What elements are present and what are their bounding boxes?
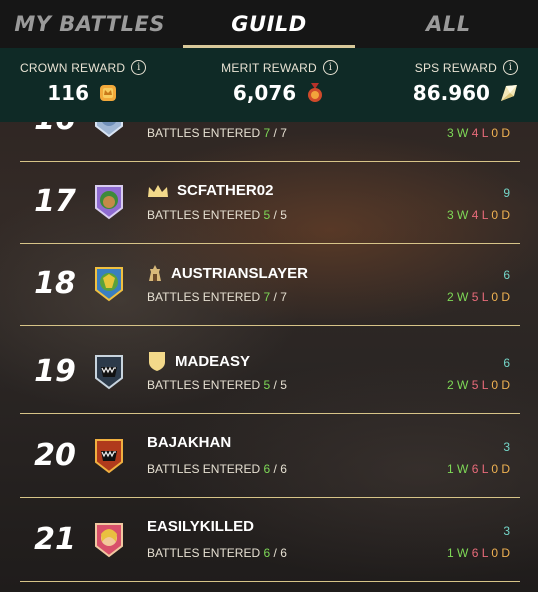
battles-entered: BATTLES ENTERED 7 / 7 <box>147 126 287 140</box>
sps-reward: SPS REWARD i 86.960 <box>413 48 520 122</box>
avatar <box>95 267 123 302</box>
player-name[interactable]: AUSTRIANSLAYER <box>147 264 308 282</box>
avatar <box>95 185 123 220</box>
player-name[interactable]: SCFATHER02 <box>147 182 273 199</box>
avatar <box>95 355 123 390</box>
avatar <box>95 122 123 138</box>
score-value: 6 <box>503 356 510 370</box>
rank-number: 21 <box>34 522 76 557</box>
rank-number: 19 <box>34 354 76 389</box>
battles-entered: BATTLES ENTERED 6 / 6 <box>147 546 287 560</box>
win-loss-draw: 1 W 6 L 0 D <box>447 462 510 476</box>
player-name[interactable]: BAJAKHAN <box>147 434 231 451</box>
merit-reward-value: 6,076 <box>232 81 297 105</box>
sps-crystal-icon <box>500 85 517 101</box>
list-item[interactable]: 21 EASILYKILLED BATTLES ENTERED 6 / 6 3 … <box>20 498 520 582</box>
win-loss-draw: 2 W 5 L 0 D <box>447 290 510 304</box>
avatar <box>95 439 123 474</box>
win-loss-draw: 2 W 5 L 0 D <box>447 378 510 392</box>
tower-icon <box>149 265 161 281</box>
player-name[interactable]: MADEASY <box>147 350 250 372</box>
list-item[interactable]: 16 BATTLES ENTERED 7 / 7 3 W 4 L 0 D <box>20 122 520 162</box>
score-value: 3 <box>503 440 510 454</box>
rank-number: 20 <box>34 438 76 473</box>
win-loss-draw: 1 W 6 L 0 D <box>447 546 510 560</box>
score-value: 6 <box>503 268 510 282</box>
avatar <box>95 523 123 558</box>
tab-my-battles[interactable]: MY BATTLES <box>0 0 179 48</box>
merit-medal-icon <box>308 83 323 102</box>
info-icon[interactable]: i <box>322 60 338 75</box>
shield-icon <box>149 352 165 371</box>
player-name[interactable]: EASILYKILLED <box>147 518 254 535</box>
list-item[interactable]: 17 SCFATHER02 BATTLES ENTERED 5 / 5 9 3 … <box>20 162 520 244</box>
tab-all[interactable]: ALL <box>359 0 538 48</box>
battles-entered: BATTLES ENTERED 5 / 5 <box>147 208 287 222</box>
list-item[interactable]: 18 AUSTRIANSLAYER BATTLES ENTERED 7 / 7 … <box>20 244 520 326</box>
battles-entered: BATTLES ENTERED 5 / 5 <box>147 378 287 392</box>
crown-icon <box>148 184 168 197</box>
list-item[interactable]: 19 MADEASY BATTLES ENTERED 5 / 5 6 2 W 5… <box>20 326 520 414</box>
merit-reward: MERIT REWARD i 6,076 <box>221 48 338 122</box>
battles-entered: BATTLES ENTERED 6 / 6 <box>147 462 287 476</box>
battle-tabs: MY BATTLES GUILD ALL <box>0 0 538 48</box>
info-icon[interactable]: i <box>131 60 147 75</box>
rank-number: 16 <box>20 122 90 137</box>
sps-reward-value: 86.960 <box>412 81 490 105</box>
score-value: 9 <box>503 186 510 200</box>
crown-token-icon <box>100 85 117 101</box>
win-loss-draw: 3 W 4 L 0 D <box>447 126 510 140</box>
guild-battle-list: 16 BATTLES ENTERED 7 / 7 3 W 4 L 0 D 17 … <box>20 122 520 592</box>
rank-number: 17 <box>34 184 76 219</box>
score-value: 3 <box>503 524 510 538</box>
battles-entered: BATTLES ENTERED 7 / 7 <box>147 290 287 304</box>
crown-reward: CROWN REWARD i 116 <box>20 48 147 122</box>
win-loss-draw: 3 W 4 L 0 D <box>447 208 510 222</box>
crown-reward-label: CROWN REWARD <box>20 60 126 75</box>
merit-reward-label: MERIT REWARD <box>221 60 317 75</box>
info-icon[interactable]: i <box>503 60 518 75</box>
rank-number: 18 <box>34 266 76 301</box>
list-item[interactable]: 20 BAJAKHAN BATTLES ENTERED 6 / 6 3 1 W … <box>20 414 520 498</box>
rewards-bar: CROWN REWARD i 116 MERIT REWARD i 6,076 <box>0 48 538 122</box>
tab-guild[interactable]: GUILD <box>179 0 358 48</box>
sps-reward-label: SPS REWARD <box>414 60 497 75</box>
crown-reward-value: 116 <box>47 81 90 105</box>
